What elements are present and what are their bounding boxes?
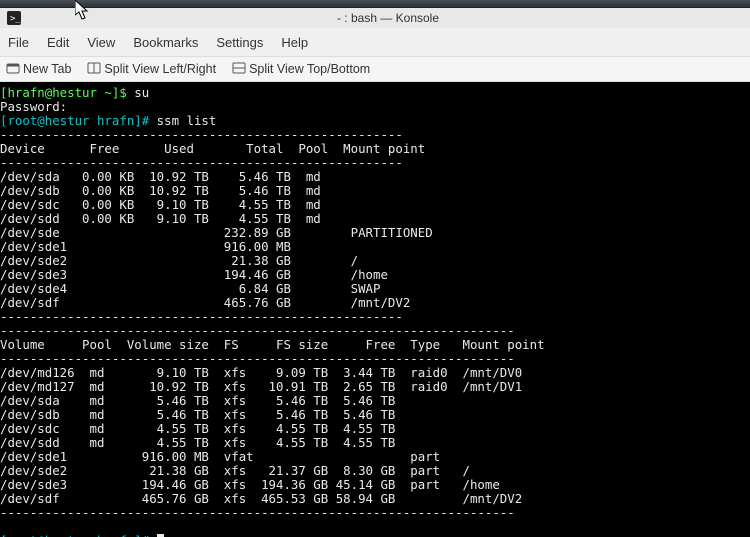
terminal-app-icon: >_ [4, 8, 24, 28]
window-titlebar: >_ - : bash — Konsole [0, 8, 750, 28]
window-title: - : bash — Konsole [30, 11, 746, 25]
terminal-output[interactable]: [hrafn@hestur ~]$ su Password: [root@hes… [0, 82, 750, 537]
menu-view[interactable]: View [87, 35, 115, 50]
menu-file[interactable]: File [8, 35, 29, 50]
split-lr-icon [87, 61, 101, 78]
svg-text:>_: >_ [10, 14, 21, 24]
desktop-top-strip [0, 0, 750, 8]
menu-help[interactable]: Help [281, 35, 308, 50]
new-tab-label: New Tab [23, 62, 71, 76]
new-tab-icon [6, 61, 20, 78]
split-left-right-button[interactable]: Split View Left/Right [87, 61, 216, 78]
menu-bookmarks[interactable]: Bookmarks [133, 35, 198, 50]
split-top-bottom-button[interactable]: Split View Top/Bottom [232, 61, 370, 78]
split-tb-label: Split View Top/Bottom [249, 62, 370, 76]
split-tb-icon [232, 61, 246, 78]
menu-settings[interactable]: Settings [216, 35, 263, 50]
split-lr-label: Split View Left/Right [104, 62, 216, 76]
new-tab-button[interactable]: New Tab [6, 61, 71, 78]
tool-bar: New Tab Split View Left/Right Split View… [0, 56, 750, 82]
menu-edit[interactable]: Edit [47, 35, 69, 50]
menu-bar: File Edit View Bookmarks Settings Help [0, 28, 750, 56]
